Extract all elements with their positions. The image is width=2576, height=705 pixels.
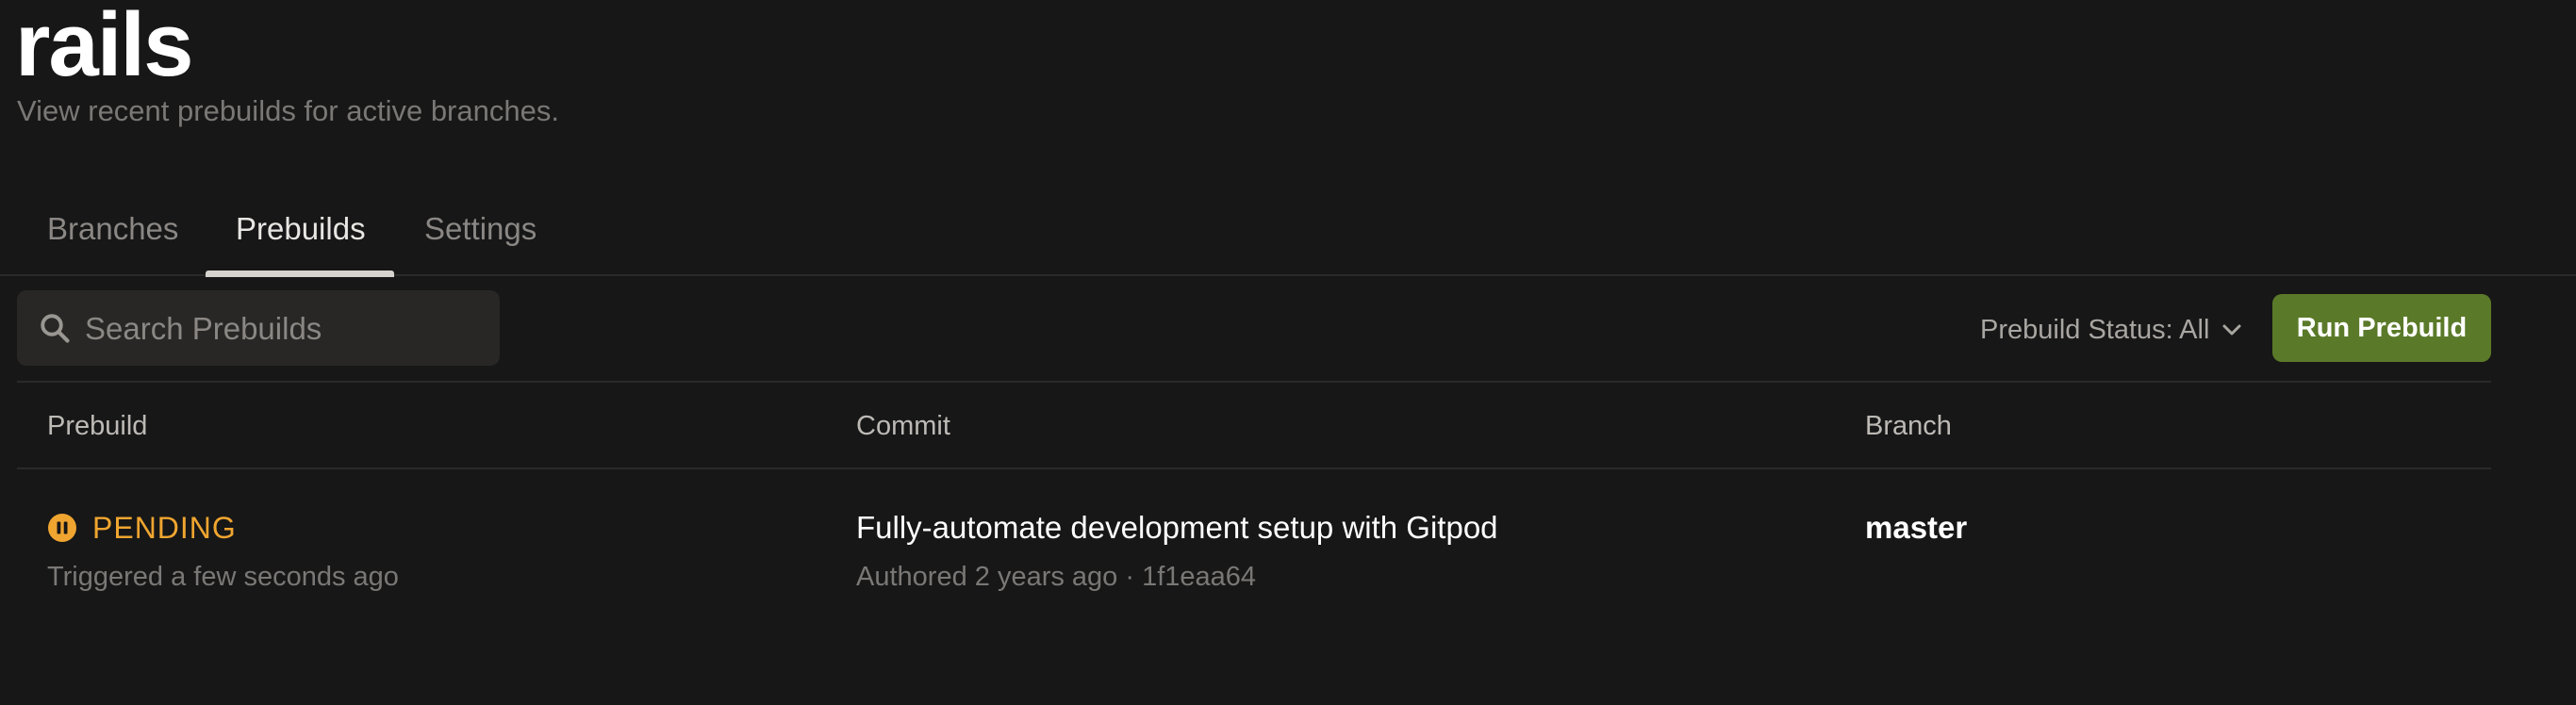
chevron-down-icon — [2221, 311, 2243, 349]
tab-settings[interactable]: Settings — [424, 210, 537, 248]
branch-name: master — [1865, 510, 1968, 545]
table-row[interactable]: PENDING Triggered a few seconds ago Full… — [17, 500, 2491, 603]
commit-message: Fully-automate development setup with Gi… — [856, 510, 1498, 545]
active-tab-indicator — [206, 271, 394, 277]
status-badge: PENDING — [92, 510, 237, 545]
column-header-commit: Commit — [856, 411, 950, 441]
column-header-branch: Branch — [1865, 411, 1952, 441]
page-title: rails — [15, 0, 193, 95]
search-box[interactable] — [17, 290, 500, 368]
run-prebuild-button[interactable]: Run Prebuild — [2272, 294, 2491, 362]
prebuilds-page: rails View recent prebuilds for active b… — [0, 0, 2576, 705]
page-subtitle: View recent prebuilds for active branche… — [17, 94, 559, 127]
triggered-time: Triggered a few seconds ago — [47, 562, 399, 592]
column-header-prebuild: Prebuild — [47, 411, 148, 441]
search-input[interactable] — [83, 290, 483, 368]
table-header: Prebuild Commit Branch — [17, 381, 2491, 469]
prebuild-status: PENDING — [47, 500, 237, 556]
prebuild-status-dropdown[interactable]: Prebuild Status: All — [1980, 311, 2243, 349]
search-icon — [41, 314, 70, 343]
pause-circle-icon — [48, 514, 76, 542]
tab-bar: Branches Prebuilds Settings — [0, 193, 2576, 277]
commit-meta: Authored 2 years ago · 1f1eaa64 — [856, 562, 1257, 592]
tab-branches[interactable]: Branches — [47, 210, 178, 248]
tab-prebuilds[interactable]: Prebuilds — [236, 210, 366, 248]
status-filter-label: Prebuild Status: All — [1980, 315, 2210, 345]
